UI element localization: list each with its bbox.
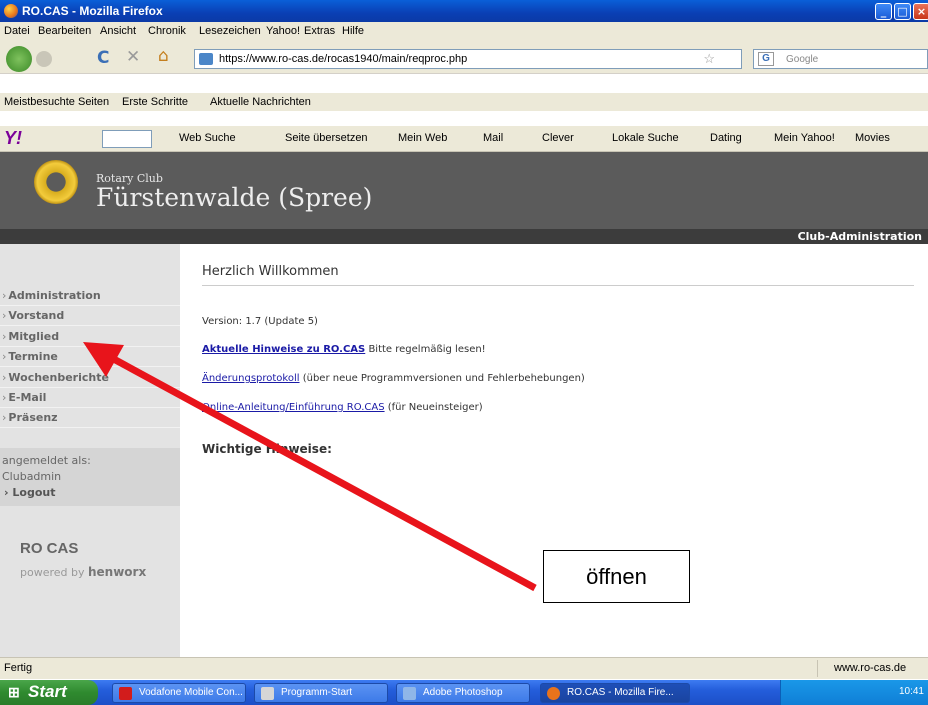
annotation-callout: öffnen [543,550,690,603]
clock[interactable]: 10:41 [899,686,924,697]
program-icon [261,687,274,700]
task-firefox[interactable]: RO.CAS - Mozilla Fire... [540,683,690,703]
arrow-shaft [108,353,537,592]
windows-logo-icon: ⊞ [8,684,20,700]
system-tray: 10:41 [780,680,928,705]
taskbar: ⊞ Start Vodafone Mobile Con... Programm-… [0,680,928,705]
task-programm-start[interactable]: Programm-Start [254,683,388,703]
firefox-icon [547,687,560,700]
start-label: Start [28,682,67,701]
start-button[interactable]: ⊞ Start [0,680,98,705]
task-photoshop[interactable]: Adobe Photoshop [396,683,530,703]
vodafone-icon [119,687,132,700]
status-host: www.ro-cas.de [817,660,928,677]
task-vodafone[interactable]: Vodafone Mobile Con... [112,683,246,703]
status-text: Fertig [4,662,33,674]
photoshop-icon [403,687,416,700]
annotation-arrow [83,342,537,592]
status-bar: Fertig www.ro-cas.de [0,657,928,679]
